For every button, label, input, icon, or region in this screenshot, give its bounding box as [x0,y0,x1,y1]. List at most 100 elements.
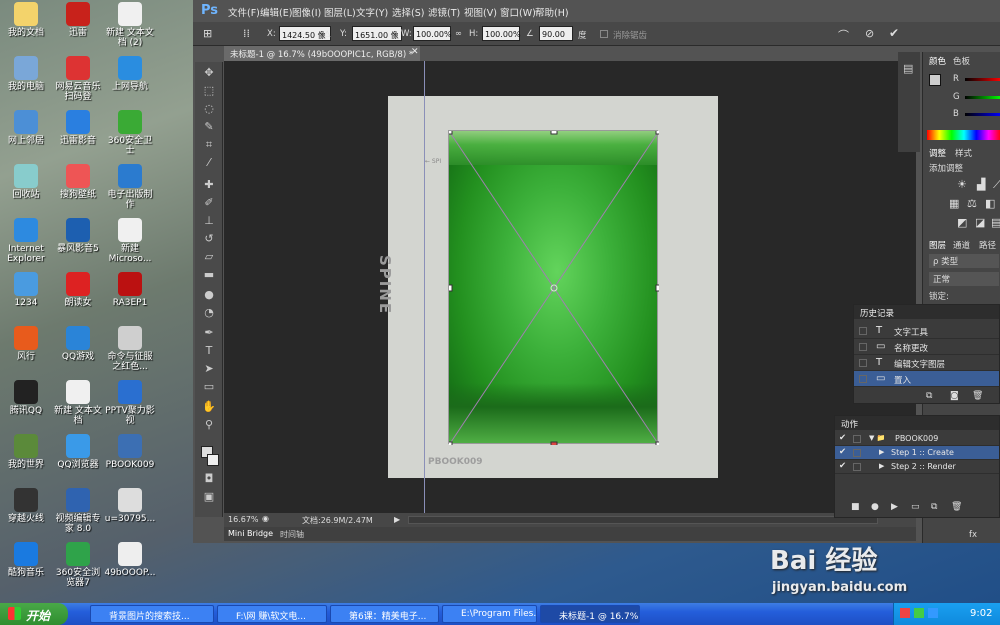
transform-handle[interactable] [655,284,659,292]
dodge-tool-icon[interactable]: ◔ [201,306,217,320]
desktop-icon[interactable]: 迅雷影音 [52,110,104,146]
menu-item[interactable]: 文字(Y) [356,5,388,19]
new-doc-from-state-icon[interactable]: ⧉ [926,391,932,401]
info-panel-icon[interactable]: ▤ [903,62,913,75]
healing-tool-icon[interactable]: ✚ [201,178,217,192]
menu-item[interactable]: 编辑(E) [260,5,292,19]
fg-swatch[interactable] [929,74,941,86]
tab-swatches[interactable]: 色板 [953,55,970,67]
hand-tool-icon[interactable]: ✋ [201,400,217,414]
eraser-tool-icon[interactable]: ▱ [201,250,217,264]
action-expand-icon[interactable]: ▼ 📁 [869,434,885,442]
quick-select-tool-icon[interactable]: ✎ [201,120,217,134]
desktop-icon[interactable]: 风行 [0,326,52,362]
toggle-check-icon[interactable]: ✔ [839,461,846,471]
history-checkbox[interactable] [859,327,867,335]
tray-icon[interactable] [928,608,938,618]
taskbar-button[interactable]: 未标题-1 @ 16.7%... [540,605,640,623]
desktop-icon[interactable]: 回收站 [0,164,52,200]
desktop-icon[interactable]: 我的文档 [0,2,52,38]
color-r-slider[interactable] [965,78,1000,81]
desktop-icon[interactable]: PPTV聚力影视 [104,380,156,426]
type-tool-icon[interactable]: T [201,344,217,358]
threshold-icon[interactable]: ◪ [975,216,985,229]
stamp-tool-icon[interactable]: ⊥ [201,214,217,228]
action-expand-icon[interactable]: ▶ [879,448,884,456]
dialog-toggle[interactable] [853,435,861,443]
status-icon[interactable]: ◉ [262,514,269,523]
desktop-icon[interactable]: QQ游戏 [52,326,104,362]
menu-item[interactable]: 图像(I) [292,5,321,19]
tab-paths[interactable]: 路径 [979,239,996,251]
desktop-icon[interactable]: 电子出版制作 [104,164,156,210]
history-item[interactable]: ▭ 名称更改 [854,339,999,355]
tab-mini-bridge[interactable]: Mini Bridge [228,529,273,538]
move-tool-icon[interactable]: ✥ [201,66,217,80]
reference-point-icon[interactable]: ⁞⁞ [243,27,250,40]
desktop-icon[interactable]: 网上邻居 [0,110,52,146]
action-item[interactable]: ✔ ▶ Step 2 :: Render [835,460,999,474]
desktop-icon[interactable]: u=30795... [104,488,156,524]
desktop-icon[interactable]: 腾讯QQ [0,380,52,416]
h-field[interactable]: 100.00% [482,26,521,41]
hue-icon[interactable]: ▦ [949,197,959,210]
gradient-map-icon[interactable]: ▤ [991,216,1000,229]
balance-icon[interactable]: ⚖ [967,197,977,210]
blur-tool-icon[interactable]: ● [201,288,217,302]
lasso-tool-icon[interactable]: ◌ [201,102,217,116]
taskbar-button[interactable]: F:\网 赚\软文电... [217,605,327,623]
delete-action-icon[interactable]: 🗑 [951,502,962,512]
desktop-icon[interactable]: 暴风影音5 [52,218,104,254]
desktop-icon[interactable]: 新建 Microso... [104,218,156,264]
history-item[interactable]: ▭ 置入 [854,371,999,387]
tab-channels[interactable]: 通道 [953,239,970,251]
desktop-icon[interactable]: Internet Explorer [0,218,52,264]
history-item[interactable]: T 编辑文字图层 [854,355,999,371]
menu-item[interactable]: 图层(L) [324,5,356,19]
taskbar-button[interactable]: 背景图片的搜索技... [90,605,214,623]
y-field[interactable]: 1651.00 像 [352,26,402,41]
clock[interactable]: 9:02 [970,608,992,619]
history-checkbox[interactable] [859,375,867,383]
toggle-check-icon[interactable]: ✔ [839,447,846,457]
tab-timeline[interactable]: 时间轴 [280,529,304,540]
antialias-checkbox[interactable] [600,30,608,38]
zoom-level[interactable]: 16.67% [228,515,259,524]
desktop-icon[interactable]: 49bOOOP... [104,542,156,578]
desktop-icon[interactable]: 1234 [0,272,52,308]
menu-item[interactable]: 文件(F) [228,5,260,19]
transform-handle[interactable] [449,131,453,135]
desktop-icon[interactable]: 命令与征服之红色... [104,326,156,372]
tab-styles[interactable]: 样式 [955,147,972,159]
desktop-icon[interactable]: 视频编辑专家 8.0 [52,488,104,534]
dialog-toggle[interactable] [853,463,861,471]
cancel-transform-icon[interactable]: ⊘ [865,27,874,40]
guide-line[interactable] [424,61,425,513]
desktop-icon[interactable]: 网易云音乐扫码登 [52,56,104,102]
desktop-icon[interactable]: 新建 文本文档 [52,380,104,426]
taskbar-button[interactable]: 第6课：精美电子... [330,605,439,623]
desktop-icon[interactable]: 360安全浏览器7 [52,542,104,588]
new-action-icon[interactable]: ⧉ [931,502,937,512]
transform-handle[interactable] [655,131,659,135]
brush-tool-icon[interactable]: ✐ [201,196,217,210]
desktop-icon[interactable]: 我的电脑 [0,56,52,92]
close-tab-icon[interactable]: ✕ [411,47,419,57]
path-select-tool-icon[interactable]: ➤ [201,362,217,376]
desktop-icon[interactable]: 穿越火线 [0,488,52,524]
brightness-icon[interactable]: ☀ [957,178,967,191]
taskbar-button[interactable]: E:\Program Files... [442,605,537,623]
move-tool-icon[interactable]: ⊞ [203,27,212,40]
angle-field[interactable]: 90.00 [539,26,573,41]
play-icon[interactable]: ▶ [891,502,898,512]
tab-layers[interactable]: 图层 [929,239,946,251]
desktop-icon[interactable]: PBOOK009 [104,434,156,470]
desktop-icon[interactable]: 迅雷 [52,2,104,38]
menu-item[interactable]: 视图(V) [464,5,497,19]
levels-icon[interactable]: ▟ [977,178,985,191]
tab-adjustments[interactable]: 调整 [929,147,946,159]
history-checkbox[interactable] [859,343,867,351]
gradient-tool-icon[interactable]: ▬ [201,268,217,282]
link-icon[interactable]: ∞ [455,29,462,39]
delta-icon[interactable]: △ [324,29,331,39]
